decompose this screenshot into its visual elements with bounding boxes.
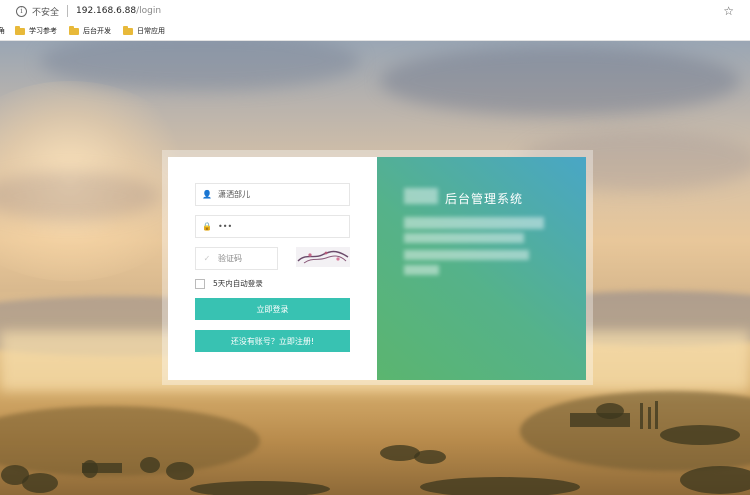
blurred-logo xyxy=(404,188,438,204)
url-path: /login xyxy=(136,6,162,16)
blurred-text-line xyxy=(404,233,524,243)
brand-panel: 后台管理系统 xyxy=(377,157,586,380)
bookmark-star-icon[interactable]: ☆ xyxy=(723,4,734,18)
brand-title: 后台管理系统 xyxy=(445,192,524,206)
bookmark-folder-daily[interactable]: 日常应用 xyxy=(123,25,165,36)
remember-checkbox[interactable] xyxy=(195,278,205,289)
folder-icon xyxy=(15,25,25,35)
lock-icon: 🔒 xyxy=(202,222,212,231)
security-label: 不安全 xyxy=(32,7,60,18)
address-bar[interactable]: i 不安全 192.168.6.88/login ☆ xyxy=(0,0,750,22)
bookmarks-bar: 角 学习参考 后台开发 日常应用 xyxy=(0,22,750,41)
address-separator xyxy=(67,5,69,17)
captcha-drawing xyxy=(297,250,349,264)
register-button[interactable]: 还没有账号？立即注册! xyxy=(195,330,350,352)
url-host: 192.168.6.88 xyxy=(76,6,137,16)
captcha-field[interactable]: ✓ xyxy=(195,247,278,270)
blurred-text-line xyxy=(404,217,544,229)
bookmark-label: 日常应用 xyxy=(137,27,165,35)
password-input[interactable] xyxy=(218,222,338,231)
blurred-text-line xyxy=(404,250,529,260)
bookmark-label: 后台开发 xyxy=(83,27,111,35)
username-input[interactable] xyxy=(218,190,338,199)
url-text[interactable]: 192.168.6.88/login xyxy=(76,6,161,16)
info-icon[interactable]: i xyxy=(16,5,27,17)
folder-icon xyxy=(69,25,79,35)
check-icon: ✓ xyxy=(203,254,211,263)
user-icon: 👤 xyxy=(202,190,212,199)
login-form: 👤 🔒 ✓ 5天内自动登录 立即登录 还没有账号？立即注册! xyxy=(168,157,377,380)
username-field[interactable]: 👤 xyxy=(195,183,350,206)
bookmark-folder-study[interactable]: 学习参考 xyxy=(15,25,57,36)
bookmark-folder-backend[interactable]: 后台开发 xyxy=(69,25,111,36)
captcha-input[interactable] xyxy=(218,254,276,263)
folder-icon xyxy=(123,25,133,35)
login-button[interactable]: 立即登录 xyxy=(195,298,350,320)
captcha-image[interactable] xyxy=(296,247,350,267)
remember-label: 5天内自动登录 xyxy=(213,279,263,288)
cloud xyxy=(380,46,740,116)
bookmark-label: 学习参考 xyxy=(29,27,57,35)
blurred-text-line xyxy=(404,265,439,275)
bookmark-truncated[interactable]: 角 xyxy=(0,26,5,36)
password-field[interactable]: 🔒 xyxy=(195,215,350,238)
remember-me[interactable]: 5天内自动登录 xyxy=(195,278,263,289)
login-card: 👤 🔒 ✓ 5天内自动登录 立即登录 还没有账号？立即注册! xyxy=(168,157,586,380)
